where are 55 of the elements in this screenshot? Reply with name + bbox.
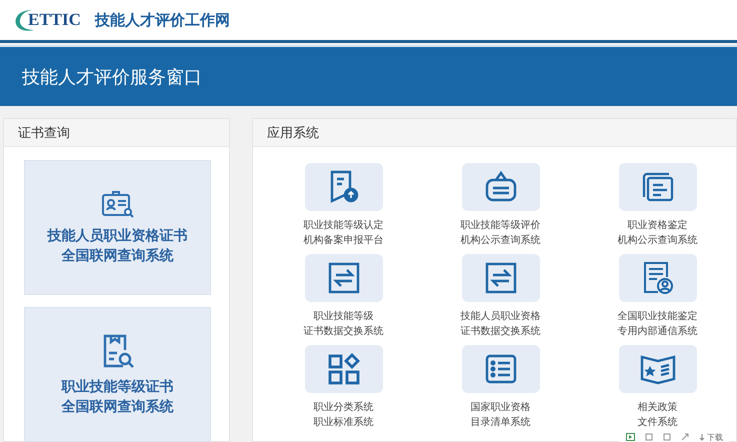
app-label: 全国职业技能鉴定 bbox=[618, 310, 698, 324]
app-label: 目录清单系统 bbox=[470, 416, 530, 430]
panel-title: 应用系统 bbox=[267, 124, 319, 142]
logo[interactable]: ETTIC bbox=[14, 8, 81, 32]
app-tile[interactable] bbox=[304, 254, 382, 302]
app-label: 国家职业资格 bbox=[470, 400, 530, 415]
tool-icon[interactable] bbox=[663, 433, 671, 441]
app-label: 相关政策 bbox=[638, 400, 678, 415]
app-label: 专用内部通信系统 bbox=[618, 324, 698, 339]
site-title: 技能人才评价工作网 bbox=[94, 10, 230, 30]
exchange-icon bbox=[328, 262, 360, 294]
app-tile[interactable] bbox=[618, 345, 696, 393]
app-label: 职业分类系统 bbox=[314, 400, 374, 415]
card-label: 职业技能等级证书 bbox=[62, 378, 174, 396]
grid-icon bbox=[328, 353, 360, 385]
hanging-sign-icon bbox=[484, 170, 518, 204]
document-user-icon bbox=[642, 261, 674, 295]
tool-icon[interactable] bbox=[645, 433, 653, 441]
document-upload-icon bbox=[328, 170, 358, 204]
app-label: 职业标准系统 bbox=[314, 416, 374, 430]
logo-text: ETTIC bbox=[28, 10, 81, 30]
app-tile[interactable] bbox=[304, 345, 382, 393]
app-label: 职业技能等级认定 bbox=[304, 218, 384, 233]
video-icon[interactable] bbox=[626, 433, 635, 441]
panel-title: 证书查询 bbox=[18, 124, 70, 142]
exchange-icon bbox=[484, 262, 516, 294]
app-label: 机构备案申报平台 bbox=[304, 234, 384, 248]
card-label: 全国联网查询系统 bbox=[62, 246, 174, 266]
app-tile[interactable] bbox=[462, 254, 540, 302]
app-label: 技能人员职业资格 bbox=[460, 310, 540, 324]
app-tile[interactable] bbox=[462, 163, 540, 211]
app-tile[interactable] bbox=[462, 345, 540, 393]
app-tile[interactable] bbox=[618, 163, 696, 211]
query-card[interactable]: 职业技能等级证书 全国联网查询系统 bbox=[24, 307, 211, 442]
list-icon bbox=[484, 354, 516, 384]
share-icon[interactable] bbox=[681, 433, 689, 441]
stacked-documents-icon bbox=[640, 171, 674, 203]
download-button[interactable]: 下载 bbox=[699, 432, 723, 442]
card-label: 技能人员职业资格证书 bbox=[48, 226, 188, 246]
app-label: 职业技能等级 bbox=[314, 310, 374, 324]
open-book-icon bbox=[640, 353, 676, 385]
certificate-search-icon bbox=[100, 190, 134, 218]
app-label: 证书数据交换系统 bbox=[304, 324, 384, 339]
app-label: 文件系统 bbox=[638, 416, 678, 430]
app-label: 机构公示查询系统 bbox=[618, 234, 698, 248]
download-icon bbox=[699, 434, 705, 440]
app-label: 职业资格鉴定 bbox=[628, 218, 688, 233]
app-label: 职业技能等级评价 bbox=[460, 218, 540, 233]
card-label: 全国联网查询系统 bbox=[62, 398, 174, 416]
app-label: 机构公示查询系统 bbox=[460, 234, 540, 248]
app-tile[interactable] bbox=[618, 254, 696, 302]
query-card[interactable]: 技能人员职业资格证书 全国联网查询系统 bbox=[24, 160, 211, 295]
banner-title: 技能人才评价服务窗口 bbox=[22, 66, 202, 88]
app-tile[interactable] bbox=[304, 163, 382, 211]
app-label: 证书数据交换系统 bbox=[460, 324, 540, 339]
